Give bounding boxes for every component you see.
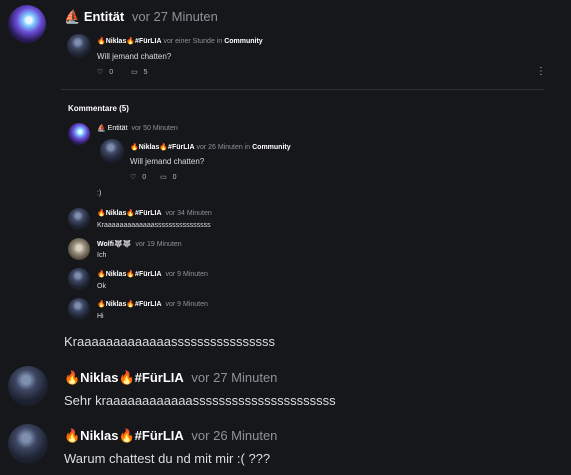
avatar[interactable] [100,139,124,163]
comment-count: 5 [143,69,148,76]
heart-icon[interactable]: ♡ [130,174,136,181]
avatar[interactable] [68,268,90,290]
post-header: ⛵ Entität vor 27 Minuten [64,9,218,25]
comment-author[interactable]: Entität [108,125,128,132]
post-author[interactable]: 🔥Niklas🔥#FürLIA [64,370,184,385]
post-time: vor 27 Minuten [131,9,218,24]
avatar[interactable] [68,238,90,260]
comment-header: ⛵ Entität vor 50 Minuten [97,124,178,132]
post-header: 🔥Niklas🔥#FürLIA vor 27 Minuten [64,370,277,386]
comment-author[interactable]: 🔥Niklas🔥#FürLIA [97,301,162,308]
like-count: 0 [142,174,147,181]
comment-time: vor 50 Minuten [131,125,178,132]
boat-icon: ⛵ [64,9,81,24]
quoted-post-text: Will jemand chatten? [130,157,205,166]
divider [61,89,544,90]
quoted-post-actions: ♡ 0 ▭ 0 [130,173,177,181]
comment-icon[interactable]: ▭ [131,69,138,76]
comment-text: Ich [97,252,107,259]
avatar[interactable] [68,298,90,320]
comment-icon[interactable]: ▭ [160,174,167,181]
comment-text: Kraaaaaaaaaaaaassssssssssssssss [97,222,211,229]
quoted-post-community[interactable]: Community [252,144,291,151]
shared-post-community[interactable]: Community [224,38,263,45]
post-header: 🔥Niklas🔥#FürLIA vor 26 Minuten [64,428,277,444]
avatar[interactable] [68,123,90,145]
comment-header: 🔥Niklas🔥#FürLIA vor 9 Minuten [97,270,208,278]
avatar[interactable] [68,208,90,230]
post-author[interactable]: Entität [84,9,124,24]
comment-text: :) [97,190,102,197]
boat-icon: ⛵ [97,125,106,132]
comment-author[interactable]: Wolfi🐺🐺 [97,241,131,248]
comment-header: Wolfi🐺🐺 vor 19 Minuten [97,240,182,248]
shared-post-text: Will jemand chatten? [97,52,172,61]
comment-header: 🔥Niklas🔥#FürLIA vor 9 Minuten [97,300,208,308]
post-text: Kraaaaaaaaaaaaassssssssssssssss [64,334,275,349]
shared-post-author[interactable]: 🔥Niklas🔥#FürLIA [97,38,162,45]
quoted-post-header: 🔥Niklas🔥#FürLIA vor 26 Minuten in Commun… [130,143,291,151]
comment-text: Ok [97,283,106,290]
post-time: vor 26 Minuten [191,428,278,443]
shared-post-header: 🔥Niklas🔥#FürLIA vor einer Stunde in Comm… [97,37,263,45]
comment-author[interactable]: 🔥Niklas🔥#FürLIA [97,271,162,278]
post-text: Warum chattest du nd mit mir :( ??? [64,451,271,466]
avatar[interactable] [8,424,48,464]
heart-icon[interactable]: ♡ [97,69,103,76]
more-options-icon[interactable]: ⋮ [536,66,546,77]
comment-text: Hi [97,313,104,320]
avatar[interactable] [8,5,46,43]
post-author[interactable]: 🔥Niklas🔥#FürLIA [64,428,184,443]
shared-post-actions: ♡ 0 ▭ 5 [97,68,148,76]
like-count: 0 [109,69,114,76]
comment-time: vor 19 Minuten [135,241,182,248]
comments-header: Kommentare (5) [68,104,129,113]
avatar[interactable] [8,366,48,406]
post-time: vor 27 Minuten [191,370,278,385]
comment-time: vor 9 Minuten [165,301,208,308]
shared-post-meta: vor einer Stunde in [163,38,223,45]
comment-count: 0 [172,174,177,181]
comment-header: 🔥Niklas🔥#FürLIA vor 34 Minuten [97,209,212,217]
post-text: Sehr kraaaaaaaaaaaasssssssssssssssssssss… [64,393,336,408]
quoted-post-meta: vor 26 Minuten in [196,144,251,151]
comment-author[interactable]: 🔥Niklas🔥#FürLIA [97,210,162,217]
comment-time: vor 9 Minuten [165,271,208,278]
comment-time: vor 34 Minuten [165,210,212,217]
avatar[interactable] [67,34,91,58]
quoted-post-author[interactable]: 🔥Niklas🔥#FürLIA [130,144,195,151]
